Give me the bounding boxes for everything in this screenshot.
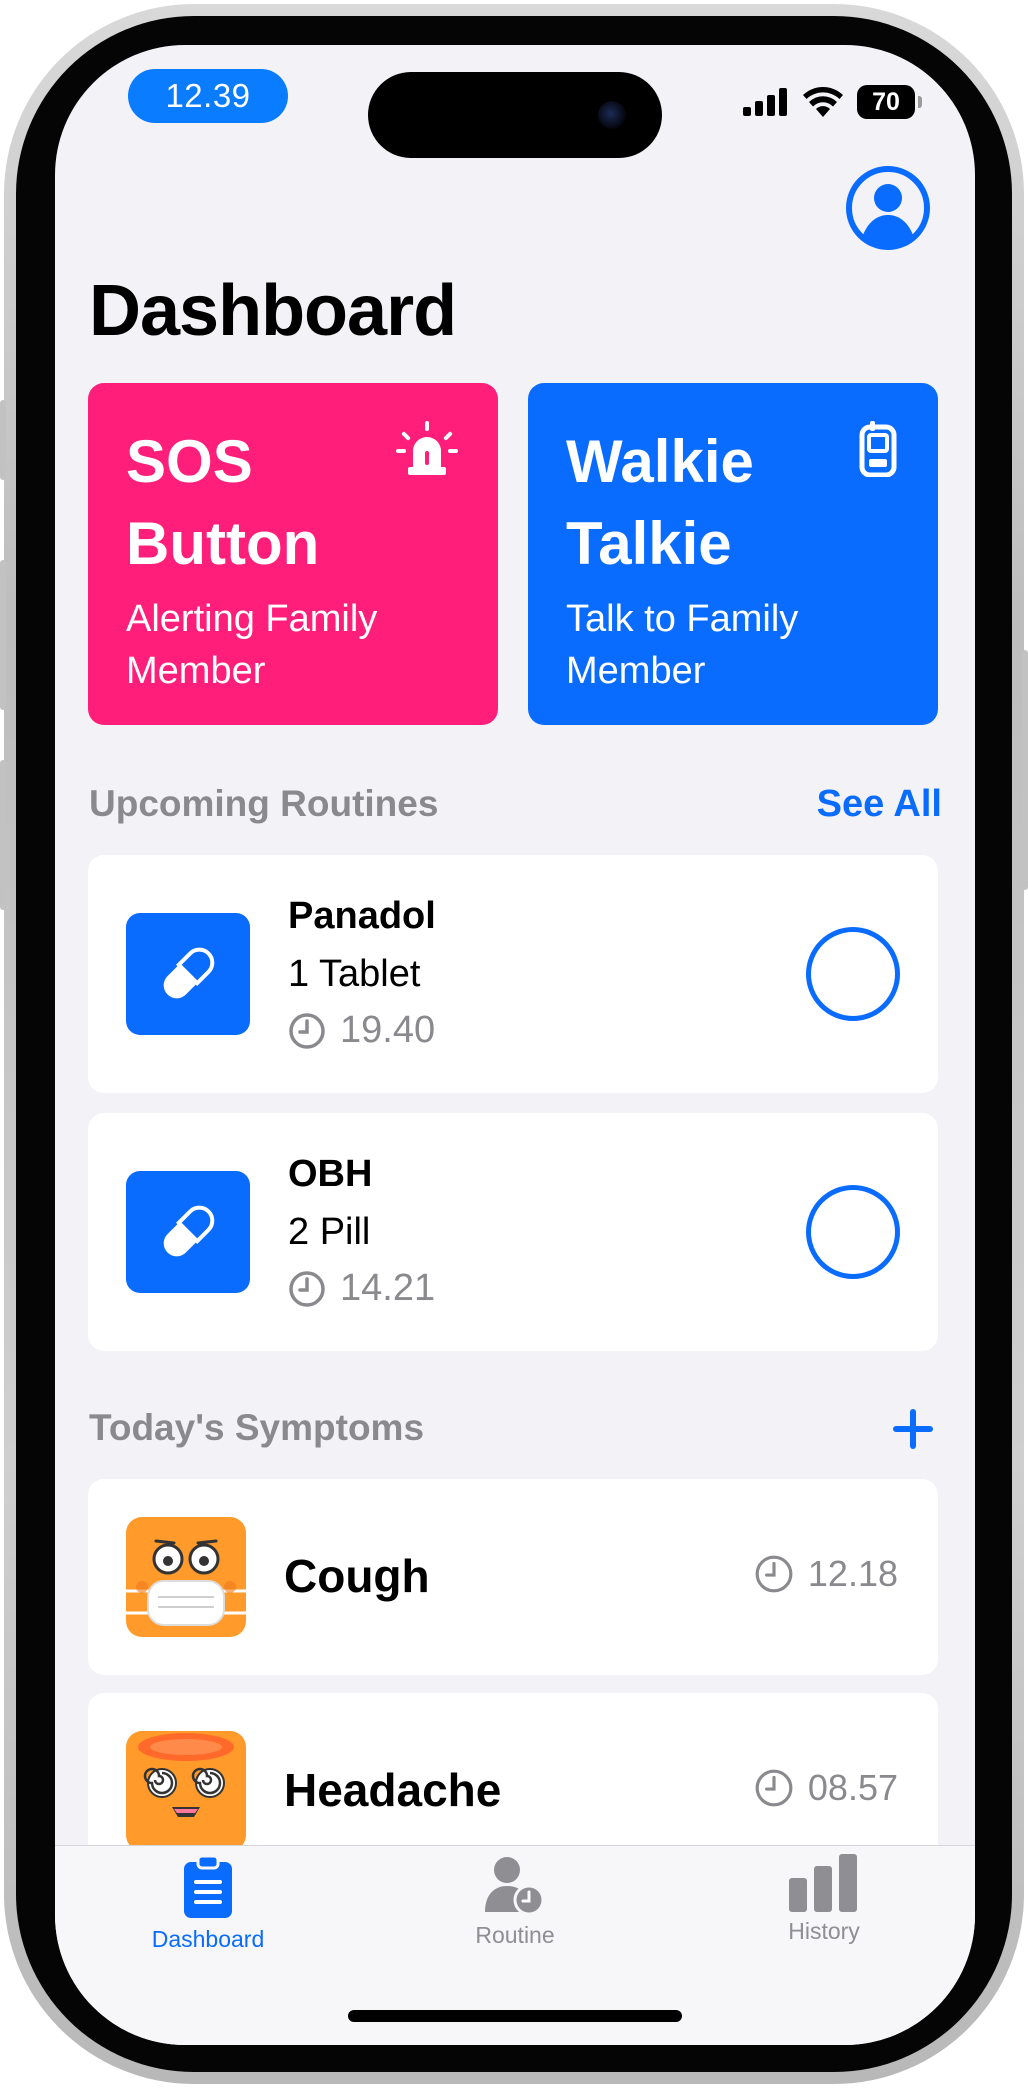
clock-icon bbox=[755, 1769, 793, 1807]
siren-icon bbox=[396, 421, 458, 475]
pill-icon bbox=[126, 1171, 250, 1293]
symptom-name: Cough bbox=[284, 1550, 430, 1602]
person-clock-icon bbox=[485, 1857, 545, 1916]
see-all-link[interactable]: See All bbox=[817, 783, 942, 826]
symptom-time-value: 12.18 bbox=[807, 1553, 898, 1594]
routine-card[interactable]: Panadol 1 Tablet 19.40 bbox=[88, 855, 938, 1093]
routine-done-toggle[interactable] bbox=[806, 1185, 900, 1279]
sos-button-card[interactable]: SOS Button Alerting Family Member bbox=[88, 383, 498, 725]
battery-indicator: 70 bbox=[857, 85, 922, 119]
routine-done-toggle[interactable] bbox=[806, 927, 900, 1021]
camera-lens bbox=[598, 101, 626, 129]
routines-section-title: Upcoming Routines bbox=[89, 783, 439, 824]
symptom-time: 12.18 bbox=[754, 1553, 898, 1595]
app-screen: 12.39 70 Dashboard SOS Button Alerting F… bbox=[55, 45, 975, 2045]
tab-routine-label: Routine bbox=[475, 1922, 555, 1948]
home-indicator[interactable] bbox=[348, 2010, 682, 2022]
routine-dose: 2 Pill bbox=[288, 1211, 371, 1253]
symptom-time-value: 08.57 bbox=[807, 1767, 898, 1808]
walkie-card-title: Walkie Talkie bbox=[566, 428, 754, 577]
wifi-icon bbox=[803, 87, 843, 117]
add-symptom-button[interactable] bbox=[891, 1407, 935, 1451]
walkie-talkie-icon bbox=[859, 421, 897, 477]
tab-history-label: History bbox=[788, 1918, 860, 1944]
bar-chart-icon bbox=[789, 1854, 857, 1912]
status-time: 12.39 bbox=[128, 69, 288, 123]
tab-dashboard[interactable]: Dashboard bbox=[88, 1854, 328, 1964]
masked-face-icon bbox=[126, 1517, 246, 1637]
routine-name: OBH bbox=[288, 1153, 373, 1195]
clipboard-icon bbox=[184, 1854, 232, 1918]
pill-icon bbox=[126, 913, 250, 1035]
tab-history[interactable]: History bbox=[704, 1854, 944, 1964]
routine-time: 14.21 bbox=[288, 1267, 435, 1310]
clock-icon bbox=[289, 1270, 325, 1307]
walkie-talkie-card[interactable]: Walkie Talkie Talk to Family Member bbox=[528, 383, 938, 725]
power-button bbox=[1022, 650, 1028, 890]
sos-card-subtitle: Alerting Family Member bbox=[126, 598, 378, 692]
dynamic-island bbox=[368, 72, 662, 158]
volume-down-button bbox=[0, 760, 6, 910]
routine-time-value: 19.40 bbox=[340, 1009, 436, 1051]
sos-card-title: SOS Button bbox=[126, 428, 320, 577]
symptoms-section-title: Today's Symptoms bbox=[89, 1407, 425, 1448]
mute-switch bbox=[0, 400, 6, 480]
page-title: Dashboard bbox=[89, 271, 457, 351]
dizzy-face-icon bbox=[126, 1731, 246, 1851]
cellular-signal-icon bbox=[743, 88, 787, 116]
routine-time-value: 14.21 bbox=[340, 1267, 436, 1309]
volume-up-button bbox=[0, 560, 6, 710]
tab-routine[interactable]: Routine bbox=[395, 1854, 635, 1964]
tab-dashboard-label: Dashboard bbox=[151, 1926, 265, 1952]
clock-icon bbox=[289, 1012, 325, 1049]
routine-card[interactable]: OBH 2 Pill 14.21 bbox=[88, 1113, 938, 1351]
person-circle-icon[interactable] bbox=[845, 165, 931, 251]
routine-dose: 1 Tablet bbox=[288, 953, 421, 995]
routine-name: Panadol bbox=[288, 895, 436, 937]
walkie-card-subtitle: Talk to Family Member bbox=[566, 598, 799, 692]
routine-time: 19.40 bbox=[288, 1009, 435, 1052]
symptom-time: 08.57 bbox=[754, 1767, 898, 1809]
status-indicators: 70 bbox=[743, 85, 922, 119]
symptom-card[interactable]: Cough 12.18 bbox=[88, 1479, 938, 1675]
symptom-name: Headache bbox=[284, 1764, 502, 1816]
clock-icon bbox=[755, 1555, 793, 1593]
